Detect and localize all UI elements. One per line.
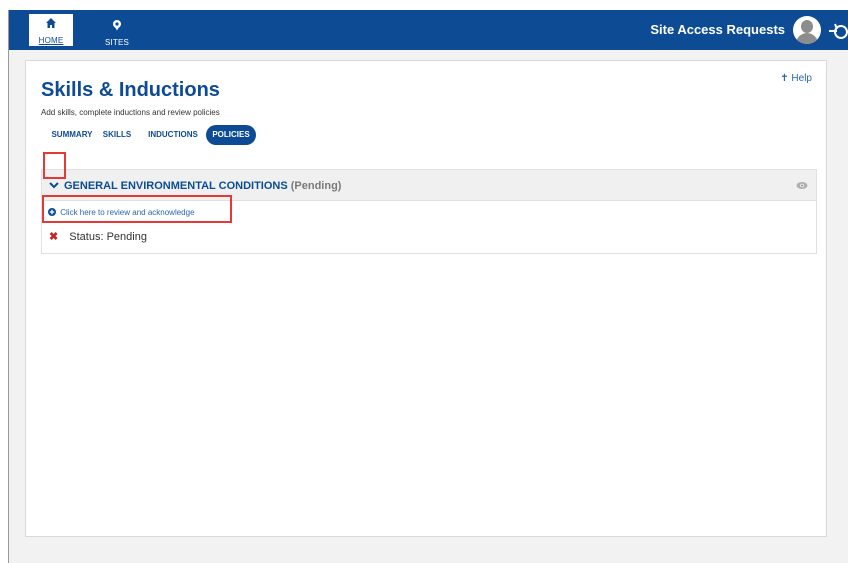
chevron-down-icon[interactable] [48,179,60,191]
site-access-requests-link[interactable]: Site Access Requests [650,22,785,37]
avatar-icon[interactable] [793,16,821,44]
policy-name: GENERAL ENVIRONMENTAL CONDITIONS [64,180,288,192]
highlight-box-review-link [42,195,232,223]
tab-inductions[interactable]: INDUCTIONS [143,125,203,145]
tab-skills[interactable]: SKILLS [97,125,137,145]
page-title: Skills & Inductions [41,79,220,101]
policy-status: ✖ Status: Pending [49,230,147,243]
skills-inductions-card: ✝ Help Skills & Inductions Add skills, c… [25,60,827,537]
top-navigation-bar: HOME SITES Site Access Requests [9,10,848,50]
location-pin-icon [113,20,121,31]
nav-sites[interactable]: SITES [95,16,139,47]
status-text: Status: Pending [69,231,147,243]
help-link[interactable]: ✝ Help [780,73,812,84]
tab-policies[interactable]: POLICIES [206,125,256,145]
help-label: Help [791,73,812,84]
policy-title: GENERAL ENVIRONMENTAL CONDITIONS (Pendin… [64,180,341,192]
cross-icon: ✖ [49,231,59,243]
eye-icon[interactable] [796,181,808,190]
nav-home[interactable]: HOME [29,14,73,46]
highlight-box-chevron [43,152,66,179]
home-icon [46,18,56,28]
tab-summary[interactable]: SUMMARY [49,125,95,145]
brand-logo-icon [829,23,848,39]
policy-status-suffix: (Pending) [290,180,342,192]
pin-icon: ✝ [780,73,789,84]
app-frame: HOME SITES Site Access Requests ✝ Help S… [8,10,848,563]
nav-home-label: HOME [38,36,64,45]
nav-sites-label: SITES [104,38,130,47]
page-subtitle: Add skills, complete inductions and revi… [41,108,220,117]
